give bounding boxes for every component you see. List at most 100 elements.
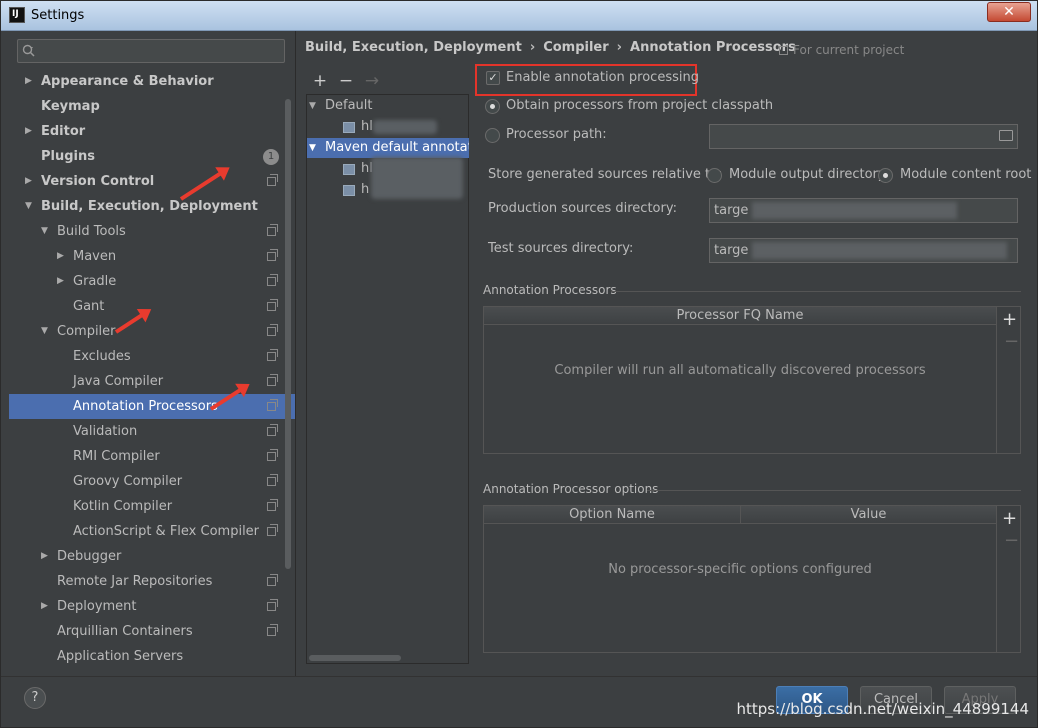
profile-module[interactable]: hl	[307, 117, 469, 137]
value-column[interactable]: Value	[740, 506, 996, 524]
processor-path-field[interactable]	[709, 124, 1018, 149]
sidebar-item[interactable]: ▶ Version Control	[9, 169, 295, 194]
sidebar-item-label: Kotlin Compiler	[73, 499, 173, 514]
breadcrumb-separator: ›	[616, 40, 623, 55]
sidebar-item[interactable]: ▶ Deployment	[9, 594, 295, 619]
add-processor-button[interactable]: +	[1002, 309, 1017, 330]
sidebar-item[interactable]: Validation	[9, 419, 295, 444]
sidebar-item[interactable]: Kotlin Compiler	[9, 494, 295, 519]
folder-icon[interactable]	[999, 130, 1013, 141]
profiles-scrollbar[interactable]	[309, 655, 401, 661]
sidebar-item[interactable]: ▶ Debugger	[9, 544, 295, 569]
title-bar: IJ Settings ✕	[1, 1, 1037, 31]
profile-group-default[interactable]: ▼ Default	[307, 96, 469, 116]
close-button[interactable]: ✕	[987, 2, 1031, 22]
sidebar-item[interactable]: ▶ Gradle	[9, 269, 295, 294]
processor-path-label: Processor path:	[506, 127, 607, 142]
remove-option-button[interactable]: −	[1004, 530, 1019, 551]
section-divider	[647, 490, 1021, 491]
project-level-icon	[267, 524, 278, 536]
sidebar-item[interactable]: Keymap	[9, 94, 295, 119]
obtain-from-classpath-radio[interactable]	[485, 99, 500, 114]
module-content-label: Module content root	[900, 167, 1032, 182]
option-name-column[interactable]: Option Name	[484, 506, 740, 524]
sidebar-item[interactable]: ▼ Build, Execution, Deployment	[9, 194, 295, 219]
collapse-arrow-icon[interactable]: ▼	[25, 194, 37, 219]
project-scope-label: For current project	[779, 43, 904, 57]
sidebar-scrollbar[interactable]	[285, 99, 291, 569]
module-output-label: Module output directory	[729, 167, 886, 182]
sidebar-item-label: Gradle	[73, 274, 117, 289]
sidebar-item-label: Appearance & Behavior	[41, 74, 214, 89]
help-button[interactable]: ?	[24, 687, 46, 709]
sidebar-item-label: Deployment	[57, 599, 137, 614]
project-level-icon	[267, 224, 278, 236]
sidebar-item-label: Keymap	[41, 99, 100, 114]
sidebar-item[interactable]: ActionScript & Flex Compiler	[9, 519, 295, 544]
settings-window: IJ Settings ✕ ▶ Appearance & Behavior Keym…	[0, 0, 1038, 728]
sidebar-item-label: Compiler	[57, 324, 116, 339]
search-input[interactable]	[40, 42, 280, 60]
redacted-text	[373, 120, 437, 134]
sidebar-item[interactable]: Annotation Processors	[9, 394, 295, 419]
expand-arrow-icon[interactable]: ▶	[57, 244, 69, 269]
project-level-icon	[267, 624, 278, 636]
test-sources-input[interactable]: targe	[709, 238, 1018, 263]
project-level-icon	[267, 499, 278, 511]
add-profile-button[interactable]: +	[311, 71, 329, 91]
sidebar-item-label: Excludes	[73, 349, 131, 364]
sidebar-item-label: Gant	[73, 299, 105, 314]
sidebar-item[interactable]: ▶ Editor	[9, 119, 295, 144]
project-level-icon	[267, 449, 278, 461]
update-count-badge: 1	[263, 149, 279, 165]
expand-arrow-icon[interactable]: ▶	[57, 269, 69, 294]
project-level-icon	[267, 474, 278, 486]
profiles-list: ▼ Default hl ▼ Maven default annotation …	[306, 94, 469, 664]
sidebar-item[interactable]: ▼ Compiler	[9, 319, 295, 344]
sidebar-item[interactable]: ▶ Maven	[9, 244, 295, 269]
expand-arrow-icon[interactable]: ▶	[25, 169, 37, 194]
move-to-profile-button[interactable]: →	[363, 71, 381, 91]
sidebar-item[interactable]: ▼ Build Tools	[9, 219, 295, 244]
expand-arrow-icon[interactable]: ▶	[25, 119, 37, 144]
expand-arrow-icon[interactable]: ▶	[25, 69, 37, 94]
redacted-text	[371, 157, 463, 199]
expand-arrow-icon: ▼	[309, 143, 316, 153]
module-content-radio[interactable]	[878, 168, 893, 183]
expand-arrow-icon[interactable]: ▶	[41, 594, 53, 619]
collapse-arrow-icon[interactable]: ▼	[41, 319, 53, 344]
sidebar-item[interactable]: Groovy Compiler	[9, 469, 295, 494]
sidebar-item[interactable]: RMI Compiler	[9, 444, 295, 469]
sidebar-item[interactable]: Remote Jar Repositories	[9, 569, 295, 594]
production-sources-input[interactable]: targe	[709, 198, 1018, 223]
search-icon	[22, 44, 36, 58]
sidebar-item[interactable]: Excludes	[9, 344, 295, 369]
project-level-icon	[267, 374, 278, 386]
test-sources-label: Test sources directory:	[488, 241, 634, 256]
sidebar-item-label: Maven	[73, 249, 117, 264]
footer-divider	[1, 676, 1037, 677]
breadcrumb: Build, Execution, Deployment › Compiler › An…	[305, 40, 796, 55]
sidebar-item[interactable]: Application Servers	[9, 644, 295, 669]
expand-arrow-icon[interactable]: ▶	[41, 544, 53, 569]
project-level-icon	[267, 349, 278, 361]
sidebar-item-label: Version Control	[41, 174, 155, 189]
add-option-button[interactable]: +	[1002, 508, 1017, 529]
sidebar-item[interactable]: Arquillian Containers	[9, 619, 295, 644]
processor-path-radio[interactable]	[485, 128, 500, 143]
annotation-processors-table: Processor FQ Name Compiler will run all …	[483, 306, 1021, 454]
search-box[interactable]	[17, 39, 285, 63]
remove-processor-button[interactable]: −	[1004, 331, 1019, 352]
collapse-arrow-icon[interactable]: ▼	[41, 219, 53, 244]
settings-tree: ▶ Appearance & Behavior Keymap ▶ Editor Plugi…	[9, 69, 295, 669]
breadcrumb-part: Annotation Processors	[630, 40, 796, 55]
processor-fq-name-column[interactable]: Processor FQ Name	[484, 307, 996, 325]
project-level-icon	[267, 174, 278, 186]
sidebar-item[interactable]: ▶ Appearance & Behavior	[9, 69, 295, 94]
profile-group-maven[interactable]: ▼ Maven default annotation	[307, 138, 469, 158]
remove-profile-button[interactable]: −	[337, 71, 355, 91]
project-level-icon	[267, 299, 278, 311]
enable-annotation-checkbox[interactable]: ✓	[486, 71, 500, 85]
sidebar-item[interactable]: Plugins 1	[9, 144, 295, 169]
module-output-radio[interactable]	[707, 168, 722, 183]
